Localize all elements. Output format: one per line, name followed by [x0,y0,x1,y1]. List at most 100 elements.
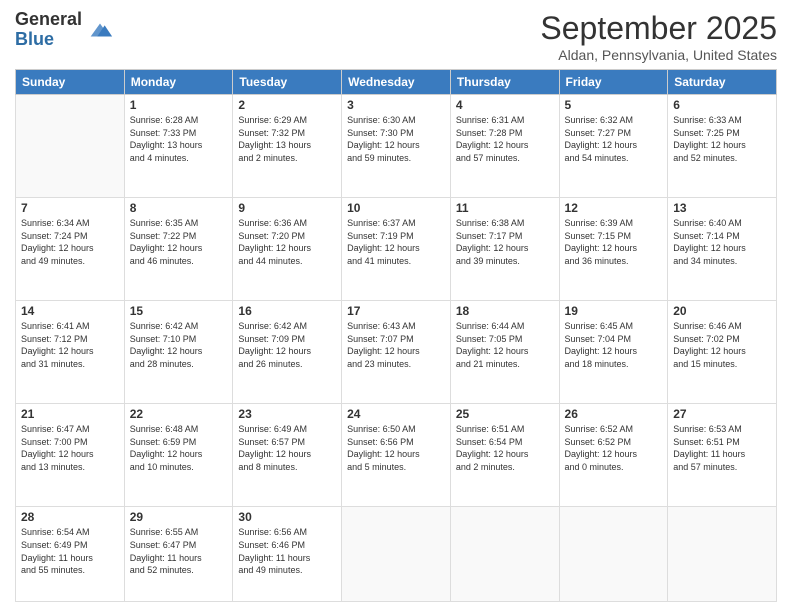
calendar-cell: 2Sunrise: 6:29 AM Sunset: 7:32 PM Daylig… [233,95,342,198]
calendar-cell: 5 Sunrise: 6:32 AM Sunset: 7:27 PM Daylig… [559,95,668,198]
day-header-sunday: Sunday [16,70,125,95]
week-row-4: 21 Sunrise: 6:47 AM Sunset: 7:00 PM Dayli… [16,404,777,507]
cell-info: Sunrise: 6:37 AM Sunset: 7:19 PM Dayligh… [347,217,445,267]
header-row: SundayMondayTuesdayWednesdayThursdayFrid… [16,70,777,95]
logo: General Blue [15,10,114,50]
week-row-3: 14 Sunrise: 6:41 AM Sunset: 7:12 PM Dayli… [16,301,777,404]
logo-text: General Blue [15,10,82,50]
calendar-cell: 16 Sunrise: 6:42 AM Sunset: 7:09 PM Dayli… [233,301,342,404]
cell-info: Sunrise: 6:36 AM Sunset: 7:20 PM Dayligh… [238,217,336,267]
cell-info: Sunrise: 6:32 AM Sunset: 7:27 PM Dayligh… [565,114,663,164]
day-number: 8 [130,201,228,215]
calendar-cell: 17Sunrise: 6:43 AM Sunset: 7:07 PM Dayli… [342,301,451,404]
week-row-2: 7 Sunrise: 6:34 AM Sunset: 7:24 PM Daylig… [16,198,777,301]
calendar-cell [559,507,668,602]
calendar-cell: 22 Sunrise: 6:48 AM Sunset: 6:59 PM Dayli… [124,404,233,507]
cell-info: Sunrise: 6:48 AM Sunset: 6:59 PM Dayligh… [130,423,228,473]
cell-info: Sunrise: 6:43 AM Sunset: 7:07 PM Dayligh… [347,320,445,370]
cell-info: Sunrise: 6:54 AM Sunset: 6:49 PM Dayligh… [21,526,119,576]
page: General Blue September 2025 Aldan, Penns… [0,0,792,612]
cell-info: Sunrise: 6:40 AM Sunset: 7:14 PM Dayligh… [673,217,771,267]
day-number: 25 [456,407,554,421]
calendar-cell: 27 Sunrise: 6:53 AM Sunset: 6:51 PM Dayli… [668,404,777,507]
calendar-cell [668,507,777,602]
day-number: 7 [21,201,119,215]
day-number: 12 [565,201,663,215]
day-number: 20 [673,304,771,318]
day-number: 22 [130,407,228,421]
calendar-cell: 8 Sunrise: 6:35 AM Sunset: 7:22 PM Daylig… [124,198,233,301]
day-number: 1 [130,98,228,112]
cell-info: Sunrise: 6:39 AM Sunset: 7:15 PM Dayligh… [565,217,663,267]
day-number: 21 [21,407,119,421]
cell-info: Sunrise: 6:51 AM Sunset: 6:54 PM Dayligh… [456,423,554,473]
day-number: 10 [347,201,445,215]
day-number: 14 [21,304,119,318]
title-block: September 2025 Aldan, Pennsylvania, Unit… [540,10,777,63]
calendar-cell: 13 Sunrise: 6:40 AM Sunset: 7:14 PM Dayli… [668,198,777,301]
cell-info: Sunrise: 6:35 AM Sunset: 7:22 PM Dayligh… [130,217,228,267]
day-number: 27 [673,407,771,421]
header: General Blue September 2025 Aldan, Penns… [15,10,777,63]
calendar-cell: 6Sunrise: 6:33 AM Sunset: 7:25 PM Daylig… [668,95,777,198]
cell-info: Sunrise: 6:29 AM Sunset: 7:32 PM Dayligh… [238,114,336,164]
cell-info: Sunrise: 6:34 AM Sunset: 7:24 PM Dayligh… [21,217,119,267]
cell-info: Sunrise: 6:45 AM Sunset: 7:04 PM Dayligh… [565,320,663,370]
calendar-cell: 9 Sunrise: 6:36 AM Sunset: 7:20 PM Daylig… [233,198,342,301]
calendar-cell: 26 Sunrise: 6:52 AM Sunset: 6:52 PM Dayli… [559,404,668,507]
day-header-monday: Monday [124,70,233,95]
day-number: 13 [673,201,771,215]
cell-info: Sunrise: 6:49 AM Sunset: 6:57 PM Dayligh… [238,423,336,473]
calendar-cell: 12 Sunrise: 6:39 AM Sunset: 7:15 PM Dayli… [559,198,668,301]
day-number: 15 [130,304,228,318]
day-header-wednesday: Wednesday [342,70,451,95]
calendar-cell: 4 Sunrise: 6:31 AM Sunset: 7:28 PM Daylig… [450,95,559,198]
cell-info: Sunrise: 6:53 AM Sunset: 6:51 PM Dayligh… [673,423,771,473]
day-number: 6 [673,98,771,112]
cell-info: Sunrise: 6:28 AM Sunset: 7:33 PM Dayligh… [130,114,228,164]
day-number: 29 [130,510,228,524]
day-number: 16 [238,304,336,318]
cell-info: Sunrise: 6:55 AM Sunset: 6:47 PM Dayligh… [130,526,228,576]
day-header-saturday: Saturday [668,70,777,95]
day-number: 4 [456,98,554,112]
calendar-cell: 3Sunrise: 6:30 AM Sunset: 7:30 PM Daylig… [342,95,451,198]
calendar-cell: 19 Sunrise: 6:45 AM Sunset: 7:04 PM Dayli… [559,301,668,404]
cell-info: Sunrise: 6:52 AM Sunset: 6:52 PM Dayligh… [565,423,663,473]
day-number: 19 [565,304,663,318]
calendar-cell: 29 Sunrise: 6:55 AM Sunset: 6:47 PM Dayli… [124,507,233,602]
cell-info: Sunrise: 6:56 AM Sunset: 6:46 PM Dayligh… [238,526,336,576]
calendar-cell [342,507,451,602]
week-row-5: 28 Sunrise: 6:54 AM Sunset: 6:49 PM Dayli… [16,507,777,602]
calendar-cell [450,507,559,602]
cell-info: Sunrise: 6:42 AM Sunset: 7:09 PM Dayligh… [238,320,336,370]
calendar-cell: 10 Sunrise: 6:37 AM Sunset: 7:19 PM Dayli… [342,198,451,301]
cell-info: Sunrise: 6:31 AM Sunset: 7:28 PM Dayligh… [456,114,554,164]
calendar-cell: 28 Sunrise: 6:54 AM Sunset: 6:49 PM Dayli… [16,507,125,602]
day-number: 11 [456,201,554,215]
calendar-cell: 11 Sunrise: 6:38 AM Sunset: 7:17 PM Dayli… [450,198,559,301]
day-number: 5 [565,98,663,112]
calendar-cell: 7 Sunrise: 6:34 AM Sunset: 7:24 PM Daylig… [16,198,125,301]
calendar-cell: 15Sunrise: 6:42 AM Sunset: 7:10 PM Dayli… [124,301,233,404]
day-number: 18 [456,304,554,318]
cell-info: Sunrise: 6:50 AM Sunset: 6:56 PM Dayligh… [347,423,445,473]
day-header-friday: Friday [559,70,668,95]
cell-info: Sunrise: 6:30 AM Sunset: 7:30 PM Dayligh… [347,114,445,164]
cell-info: Sunrise: 6:46 AM Sunset: 7:02 PM Dayligh… [673,320,771,370]
day-header-thursday: Thursday [450,70,559,95]
day-number: 26 [565,407,663,421]
logo-icon [86,16,114,44]
location-subtitle: Aldan, Pennsylvania, United States [540,47,777,63]
calendar-cell [16,95,125,198]
calendar-cell: 24Sunrise: 6:50 AM Sunset: 6:56 PM Dayli… [342,404,451,507]
day-header-tuesday: Tuesday [233,70,342,95]
calendar-cell: 18Sunrise: 6:44 AM Sunset: 7:05 PM Dayli… [450,301,559,404]
calendar-cell: 14 Sunrise: 6:41 AM Sunset: 7:12 PM Dayli… [16,301,125,404]
calendar-cell: 20 Sunrise: 6:46 AM Sunset: 7:02 PM Dayli… [668,301,777,404]
day-number: 28 [21,510,119,524]
day-number: 9 [238,201,336,215]
cell-info: Sunrise: 6:38 AM Sunset: 7:17 PM Dayligh… [456,217,554,267]
cell-info: Sunrise: 6:47 AM Sunset: 7:00 PM Dayligh… [21,423,119,473]
cell-info: Sunrise: 6:41 AM Sunset: 7:12 PM Dayligh… [21,320,119,370]
